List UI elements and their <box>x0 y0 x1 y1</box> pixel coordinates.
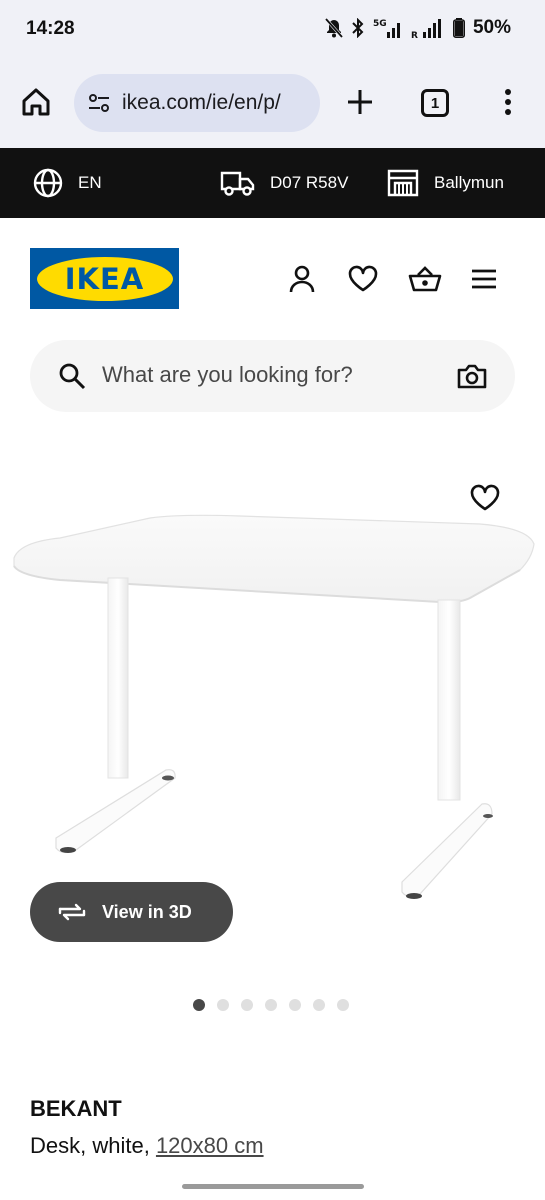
battery-icon <box>452 18 465 38</box>
product-name: BEKANT <box>30 1096 122 1121</box>
store-icon <box>387 169 419 197</box>
add-to-favourites-button[interactable] <box>468 482 502 514</box>
gesture-home-indicator[interactable] <box>182 1184 364 1189</box>
favourites-button[interactable] <box>347 263 379 295</box>
home-icon <box>22 88 50 116</box>
url-bar[interactable]: ikea.com/ie/en/p/ <box>74 74 320 132</box>
language-label: EN <box>78 173 102 192</box>
ikea-logo[interactable]: IKEA <box>30 248 179 309</box>
gallery-dot-1[interactable] <box>193 999 205 1011</box>
gallery-dot-4[interactable] <box>265 999 277 1011</box>
gallery-dot-5[interactable] <box>289 999 301 1011</box>
svg-text:5G: 5G <box>373 19 387 29</box>
delivery-postcode[interactable]: D07 R58V <box>220 148 348 218</box>
hamburger-icon <box>472 269 496 289</box>
gallery-dot-6[interactable] <box>313 999 325 1011</box>
bluetooth-icon <box>351 18 365 38</box>
site-settings-icon[interactable] <box>86 90 112 116</box>
tabs-button[interactable]: 1 <box>421 89 449 117</box>
globe-icon <box>33 168 63 198</box>
gallery-dot-2[interactable] <box>217 999 229 1011</box>
browser-toolbar: ikea.com/ie/en/p/ 1 <box>0 60 545 148</box>
browser-menu-button[interactable] <box>496 86 520 118</box>
tab-count: 1 <box>430 94 440 112</box>
account-button[interactable] <box>286 263 318 295</box>
user-icon <box>289 265 315 293</box>
truck-icon <box>220 171 255 196</box>
logo-text: IKEA <box>64 261 145 296</box>
main-menu-button[interactable] <box>468 263 500 295</box>
signal-5g-icon: 5G <box>373 17 403 39</box>
language-selector[interactable]: EN <box>32 148 102 218</box>
battery-percent: 50% <box>472 17 511 38</box>
status-icons: 5G R 50% <box>324 17 511 39</box>
heart-icon <box>348 265 378 292</box>
search-icon <box>59 363 86 390</box>
rotate-3d-icon <box>58 903 86 921</box>
store-selector[interactable]: Ballymun <box>386 148 504 218</box>
more-vert-icon <box>505 89 511 115</box>
mute-icon <box>324 18 343 38</box>
home-button[interactable] <box>20 86 52 118</box>
gallery-dot-7[interactable] <box>337 999 349 1011</box>
camera-icon[interactable] <box>457 362 487 390</box>
basket-icon <box>408 266 442 292</box>
new-tab-button[interactable] <box>344 86 376 118</box>
product-description-text: Desk, white, <box>30 1133 156 1158</box>
search-input[interactable]: What are you looking for? <box>102 362 353 388</box>
status-time: 14:28 <box>26 18 75 39</box>
top-info-strip: EN D07 R58V Ballymun <box>0 148 545 218</box>
postcode-label: D07 R58V <box>270 173 349 192</box>
product-size-link[interactable]: 120x80 cm <box>156 1133 264 1158</box>
heart-icon <box>470 484 500 511</box>
url-text: ikea.com/ie/en/p/ <box>122 91 281 114</box>
view-in-3d-button[interactable]: View in 3D <box>30 882 233 942</box>
product-description: Desk, white, 120x80 cm <box>30 1133 264 1159</box>
basket-button[interactable] <box>408 263 442 295</box>
logo-oval: IKEA <box>36 256 173 301</box>
status-bar: 14:28 5G R 50% <box>0 0 545 60</box>
view-in-3d-label: View in 3D <box>102 901 192 922</box>
image-pagination <box>193 999 349 1011</box>
search-bar[interactable]: What are you looking for? <box>30 340 515 412</box>
svg-text:R: R <box>411 31 418 39</box>
plus-icon <box>348 90 372 114</box>
gallery-dot-3[interactable] <box>241 999 253 1011</box>
signal-icon: R <box>411 17 445 39</box>
store-label: Ballymun <box>434 173 504 192</box>
